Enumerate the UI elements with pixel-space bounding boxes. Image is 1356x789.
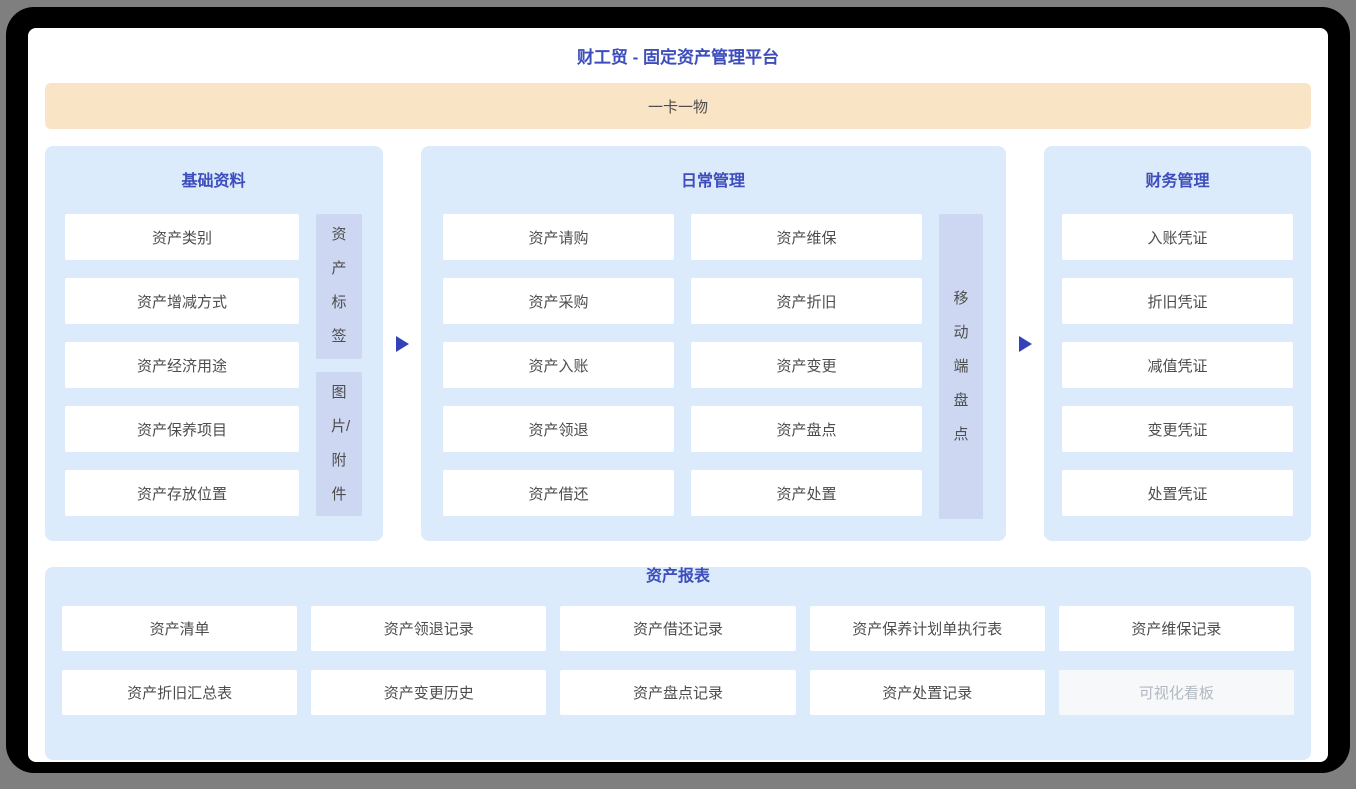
- section-basic-data-title: 基础资料: [65, 172, 362, 192]
- section-asset-reports-title: 资产报表: [62, 567, 1294, 587]
- reports-grid-row-1: 资产清单资产领退记录资产借还记录资产保养计划单执行表资产维保记录: [62, 606, 1294, 651]
- report-box[interactable]: 资产保养计划单执行表: [810, 606, 1045, 651]
- section-finance-management-body: 入账凭证折旧凭证减值凭证变更凭证处置凭证: [1062, 214, 1293, 516]
- module-box[interactable]: 资产折旧: [691, 278, 922, 324]
- mobile-inventory-side-tab: 移动端盘点: [939, 214, 983, 519]
- daily-items-column-1: 资产请购资产采购资产入账资产领退资产借还: [443, 214, 674, 519]
- platform-card: 财工贸 - 固定资产管理平台 一卡一物 基础资料 资产类别资产增减方式资产经济用…: [28, 28, 1328, 762]
- module-box[interactable]: 资产处置: [691, 470, 922, 516]
- section-finance-management: 财务管理 入账凭证折旧凭证减值凭证变更凭证处置凭证: [1044, 146, 1311, 541]
- module-box[interactable]: 资产盘点: [691, 406, 922, 452]
- section-daily-management-title: 日常管理: [443, 172, 983, 192]
- arrow-zone-right: [1006, 146, 1044, 541]
- one-card-one-item-banner: 一卡一物: [45, 83, 1311, 129]
- module-box[interactable]: 资产维保: [691, 214, 922, 260]
- voucher-box[interactable]: 折旧凭证: [1062, 278, 1293, 324]
- right-arrow-icon: [1019, 336, 1032, 352]
- section-basic-data: 基础资料 资产类别资产增减方式资产经济用途资产保养项目资产存放位置 资产标签 图…: [45, 146, 383, 541]
- daily-side-tab-column: 移动端盘点: [939, 214, 983, 519]
- page-title: 财工贸 - 固定资产管理平台: [28, 28, 1328, 68]
- module-box[interactable]: 资产变更: [691, 342, 922, 388]
- image-attachment-side-tab-text: 图片/附件: [331, 376, 347, 512]
- report-box[interactable]: 资产折旧汇总表: [62, 670, 297, 715]
- report-box[interactable]: 资产维保记录: [1059, 606, 1294, 651]
- daily-items-column-2: 资产维保资产折旧资产变更资产盘点资产处置: [691, 214, 922, 519]
- voucher-box[interactable]: 减值凭证: [1062, 342, 1293, 388]
- module-box[interactable]: 资产借还: [443, 470, 674, 516]
- voucher-box[interactable]: 变更凭证: [1062, 406, 1293, 452]
- right-arrow-icon: [396, 336, 409, 352]
- mobile-inventory-side-tab-text: 移动端盘点: [953, 282, 969, 452]
- module-box[interactable]: 资产入账: [443, 342, 674, 388]
- section-daily-management-body: 资产请购资产采购资产入账资产领退资产借还 资产维保资产折旧资产变更资产盘点资产处…: [443, 214, 983, 519]
- main-sections-row: 基础资料 资产类别资产增减方式资产经济用途资产保养项目资产存放位置 资产标签 图…: [45, 146, 1311, 541]
- voucher-box[interactable]: 处置凭证: [1062, 470, 1293, 516]
- module-box[interactable]: 资产经济用途: [65, 342, 299, 388]
- voucher-box[interactable]: 入账凭证: [1062, 214, 1293, 260]
- module-box[interactable]: 资产类别: [65, 214, 299, 260]
- basic-items-column: 资产类别资产增减方式资产经济用途资产保养项目资产存放位置: [65, 214, 299, 516]
- report-box[interactable]: 资产借还记录: [560, 606, 795, 651]
- report-box[interactable]: 资产盘点记录: [560, 670, 795, 715]
- module-box[interactable]: 资产增减方式: [65, 278, 299, 324]
- asset-label-side-tab-text: 资产标签: [331, 218, 347, 354]
- section-daily-management: 日常管理 资产请购资产采购资产入账资产领退资产借还 资产维保资产折旧资产变更资产…: [421, 146, 1006, 541]
- report-box: 可视化看板: [1059, 670, 1294, 715]
- basic-side-tabs: 资产标签 图片/附件: [316, 214, 362, 516]
- module-box[interactable]: 资产保养项目: [65, 406, 299, 452]
- module-box[interactable]: 资产采购: [443, 278, 674, 324]
- module-box[interactable]: 资产存放位置: [65, 470, 299, 516]
- reports-grid-row-2: 资产折旧汇总表资产变更历史资产盘点记录资产处置记录可视化看板: [62, 670, 1294, 715]
- report-box[interactable]: 资产领退记录: [311, 606, 546, 651]
- image-attachment-side-tab: 图片/附件: [316, 372, 362, 517]
- report-box[interactable]: 资产变更历史: [311, 670, 546, 715]
- finance-items-column: 入账凭证折旧凭证减值凭证变更凭证处置凭证: [1062, 214, 1293, 516]
- module-box[interactable]: 资产领退: [443, 406, 674, 452]
- section-finance-management-title: 财务管理: [1062, 172, 1293, 192]
- asset-label-side-tab: 资产标签: [316, 214, 362, 359]
- section-asset-reports: 资产报表 资产清单资产领退记录资产借还记录资产保养计划单执行表资产维保记录 资产…: [45, 567, 1311, 760]
- section-basic-data-body: 资产类别资产增减方式资产经济用途资产保养项目资产存放位置 资产标签 图片/附件: [65, 214, 362, 516]
- report-box[interactable]: 资产清单: [62, 606, 297, 651]
- arrow-zone-left: [383, 146, 421, 541]
- report-box[interactable]: 资产处置记录: [810, 670, 1045, 715]
- module-box[interactable]: 资产请购: [443, 214, 674, 260]
